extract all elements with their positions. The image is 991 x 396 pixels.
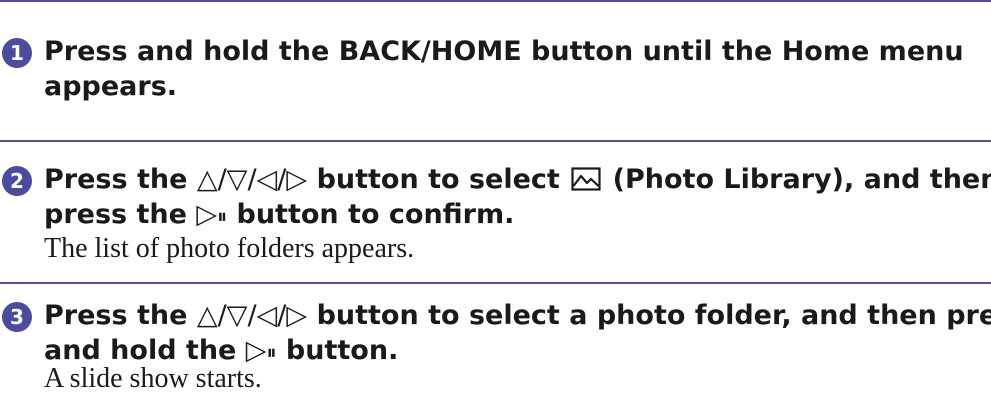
- step-3-line-1: Press the △/▽/◁/▷ button to select a pho…: [44, 298, 991, 333]
- step-1-instruction: Press and hold the BACK/HOME button unti…: [44, 34, 984, 104]
- step-2-text-b: button to select: [307, 164, 570, 195]
- step-2-number-badge: 2: [2, 166, 32, 196]
- direction-buttons-icon: △/▽/◁/▷: [196, 300, 308, 331]
- top-divider: [0, 0, 991, 2]
- step-2-text-d: press the: [44, 199, 197, 230]
- step-2-line-1: Press the △/▽/◁/▷ button to select (Phot…: [44, 162, 991, 197]
- step-3-instruction: Press the △/▽/◁/▷ button to select a pho…: [44, 298, 991, 368]
- step-3-divider: [0, 282, 991, 284]
- step-3-result: A slide show starts.: [44, 363, 262, 394]
- step-1-line-2: appears.: [44, 71, 178, 102]
- step-2-text-e: button to confirm.: [227, 199, 515, 230]
- step-2-instruction: Press the △/▽/◁/▷ button to select (Phot…: [44, 162, 991, 232]
- step-3-text-a: Press the: [44, 300, 197, 331]
- step-2-divider: [0, 140, 991, 142]
- step-2-line-2: press the ▷⏸ button to confirm.: [44, 197, 984, 232]
- step-3-text-b: button to select a photo folder, and the…: [307, 300, 991, 331]
- play-pause-icon: ▷⏸: [196, 199, 228, 230]
- step-3-number-badge: 3: [2, 302, 32, 332]
- step-2-result: The list of photo folders appears.: [44, 233, 415, 264]
- step-2-text-c: (Photo Library), and then: [603, 164, 991, 195]
- direction-buttons-icon: △/▽/◁/▷: [196, 164, 308, 195]
- step-1-number-badge: 1: [2, 38, 32, 68]
- step-1-line-1: Press and hold the BACK/HOME button unti…: [44, 36, 964, 67]
- step-2-text-a: Press the: [44, 164, 197, 195]
- photo-library-icon: [571, 167, 601, 191]
- step-3-text-d: button.: [276, 335, 399, 366]
